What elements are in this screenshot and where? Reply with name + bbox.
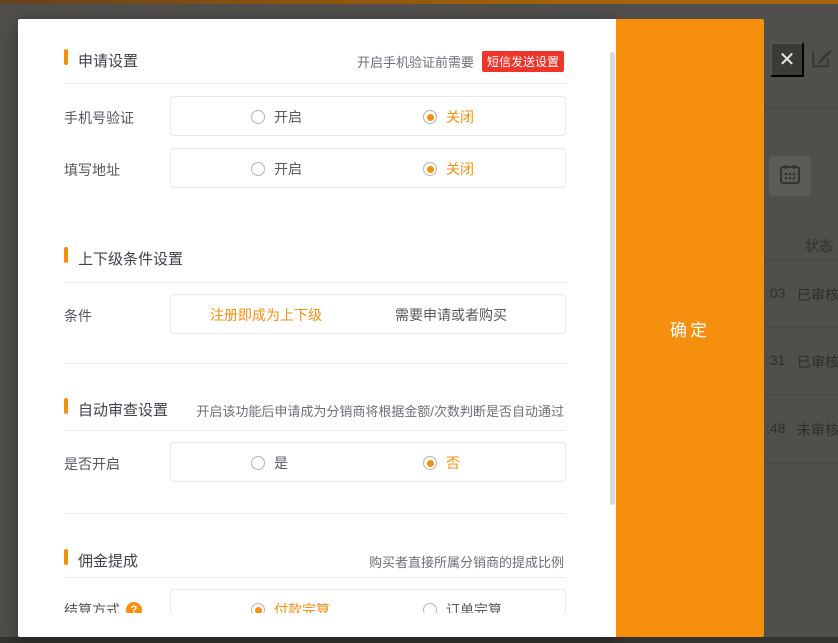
section-marker xyxy=(64,49,68,65)
section-note: 开启该功能后申请成为分销商将根据金额/次数判断是否自动通过 xyxy=(196,401,564,420)
section-title: 申请设置 xyxy=(78,50,138,71)
radio-icon xyxy=(251,162,265,176)
page-header-bar xyxy=(0,0,838,4)
section-marker xyxy=(64,398,68,414)
help-icon[interactable]: ? xyxy=(126,602,142,613)
radio-icon xyxy=(251,110,265,124)
section-title: 佣金提成 xyxy=(78,550,138,571)
note-text: 购买者直接所属分销商的提成比例 xyxy=(369,552,564,571)
radio-option[interactable]: 开启 xyxy=(251,149,302,189)
divider xyxy=(64,430,566,431)
radio-option[interactable]: 是 xyxy=(251,443,288,483)
option-register-becomes-relation[interactable]: 注册即成为上下级 xyxy=(171,295,361,335)
scrollbar[interactable] xyxy=(610,52,615,505)
divider xyxy=(64,577,566,578)
row-label: 是否开启 xyxy=(64,454,120,474)
status-badge: 已审核 xyxy=(797,352,838,372)
radio-selected-icon xyxy=(423,162,437,176)
confirm-label: 确定 xyxy=(670,316,710,341)
close-icon: ✕ xyxy=(779,47,796,72)
confirm-button[interactable]: 确定 xyxy=(616,19,764,637)
note-text: 开启该功能后申请成为分销商将根据金额/次数判断是否自动通过 xyxy=(196,401,564,420)
radio-option[interactable]: 关闭 xyxy=(423,97,474,137)
section-title: 自动审查设置 xyxy=(78,399,168,420)
divider xyxy=(64,83,566,84)
table-row: :48 xyxy=(766,420,785,436)
radio-option[interactable]: 关闭 xyxy=(423,149,474,189)
radio-option[interactable]: 付款完算 xyxy=(251,590,330,613)
radio-group-address: 开启 关闭 xyxy=(170,148,566,188)
dialog-scroll-area: 申请设置 开启手机验证前需要 短信发送设置 手机号验证 开启 关闭 填写地址 xyxy=(18,19,616,613)
sms-settings-link[interactable]: 短信发送设置 xyxy=(482,51,564,72)
row-label: 填写地址 xyxy=(64,160,120,180)
condition-option-group: 注册即成为上下级 需要申请或者购买 xyxy=(170,294,566,334)
radio-group-settlement: 付款完算 订单完算 xyxy=(170,589,566,613)
section-note: 购买者直接所属分销商的提成比例 xyxy=(369,552,564,571)
radio-icon xyxy=(423,603,437,613)
row-label: 手机号验证 xyxy=(64,108,134,128)
radio-selected-icon xyxy=(423,456,437,470)
status-badge: 已审核 xyxy=(797,285,838,305)
status-column-header: 状态 xyxy=(805,236,833,256)
settings-dialog: 申请设置 开启手机验证前需要 短信发送设置 手机号验证 开启 关闭 填写地址 xyxy=(18,19,616,637)
row-label: 条件 xyxy=(64,306,92,326)
calendar-icon xyxy=(778,162,802,191)
section-separator xyxy=(64,363,566,364)
section-marker xyxy=(64,549,68,565)
radio-group-auto-review: 是 否 xyxy=(170,442,566,482)
screen: ✕ 状态 :03 已审核 :31 已审核 :48 未审核 xyxy=(0,0,838,643)
close-button[interactable]: ✕ xyxy=(770,42,804,77)
divider xyxy=(64,282,566,283)
radio-option[interactable]: 订单完算 xyxy=(423,590,502,613)
radio-icon xyxy=(251,456,265,470)
section-marker xyxy=(64,247,68,263)
section-separator xyxy=(64,513,566,514)
status-badge: 未审核 xyxy=(797,420,838,440)
note-text: 开启手机验证前需要 xyxy=(357,52,474,71)
section-note: 开启手机验证前需要 短信发送设置 xyxy=(357,51,564,72)
option-apply-or-purchase[interactable]: 需要申请或者购买 xyxy=(356,295,546,335)
table-row: :03 xyxy=(766,285,785,301)
section-title: 上下级条件设置 xyxy=(78,248,183,269)
radio-selected-icon xyxy=(423,110,437,124)
date-filter-button[interactable] xyxy=(769,156,811,196)
table-row: :31 xyxy=(766,352,785,368)
radio-selected-icon xyxy=(251,603,265,613)
page-bottom-edge xyxy=(0,637,838,643)
radio-option[interactable]: 开启 xyxy=(251,97,302,137)
radio-option[interactable]: 否 xyxy=(423,443,460,483)
edit-icon[interactable] xyxy=(809,45,834,71)
radio-group-phone-verify: 开启 关闭 xyxy=(170,96,566,136)
row-label: 结算方式 ? xyxy=(64,600,142,613)
